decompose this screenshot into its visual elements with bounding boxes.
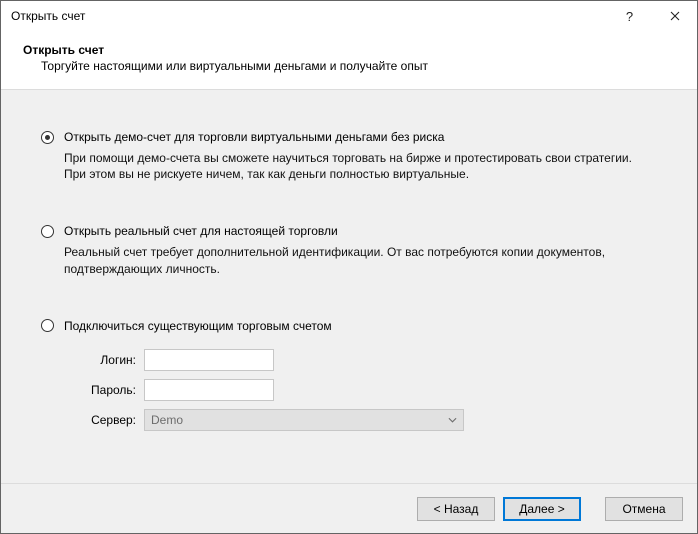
existing-form: Логин: Пароль: Сервер: Demo (64, 349, 657, 431)
content-area: Открыть демо-счет для торговли виртуальн… (1, 90, 697, 483)
row-login: Логин: (64, 349, 657, 371)
option-real-desc: Реальный счет требует дополнительной иде… (64, 244, 657, 276)
row-server: Сервер: Demo (64, 409, 657, 431)
server-select-value: Demo (151, 413, 183, 427)
help-button[interactable]: ? (607, 2, 652, 31)
option-demo-head[interactable]: Открыть демо-счет для торговли виртуальн… (41, 130, 657, 144)
next-button[interactable]: Далее > (503, 497, 581, 521)
back-button-label: < Назад (434, 502, 479, 516)
radio-real[interactable] (41, 225, 54, 238)
option-real: Открыть реальный счет для настоящей торг… (41, 224, 657, 276)
cancel-button[interactable]: Отмена (605, 497, 683, 521)
option-demo: Открыть демо-счет для торговли виртуальн… (41, 130, 657, 182)
radio-existing[interactable] (41, 319, 54, 332)
wizard-header: Открыть счет Торгуйте настоящими или вир… (1, 31, 697, 90)
option-real-head[interactable]: Открыть реальный счет для настоящей торг… (41, 224, 657, 238)
page-subtitle: Торгуйте настоящими или виртуальными ден… (41, 59, 675, 73)
option-existing: Подключиться существующим торговым счето… (41, 319, 657, 431)
login-label: Логин: (64, 353, 136, 367)
cancel-button-label: Отмена (622, 502, 665, 516)
server-select[interactable]: Demo (144, 409, 464, 431)
chevron-down-icon (448, 417, 457, 423)
next-button-label: Далее > (519, 502, 565, 516)
option-demo-label: Открыть демо-счет для торговли виртуальн… (64, 130, 444, 144)
option-demo-desc: При помощи демо-счета вы сможете научить… (64, 150, 657, 182)
help-icon: ? (626, 9, 633, 24)
close-icon (670, 9, 680, 24)
option-existing-head[interactable]: Подключиться существующим торговым счето… (41, 319, 657, 333)
title-bar: Открыть счет ? (1, 1, 697, 31)
row-password: Пароль: (64, 379, 657, 401)
option-existing-label: Подключиться существующим торговым счето… (64, 319, 332, 333)
page-title: Открыть счет (23, 43, 675, 57)
wizard-footer: < Назад Далее > Отмена (1, 483, 697, 533)
login-input[interactable] (144, 349, 274, 371)
close-button[interactable] (652, 2, 697, 31)
radio-demo[interactable] (41, 131, 54, 144)
password-label: Пароль: (64, 383, 136, 397)
option-real-label: Открыть реальный счет для настоящей торг… (64, 224, 338, 238)
password-input[interactable] (144, 379, 274, 401)
back-button[interactable]: < Назад (417, 497, 495, 521)
server-label: Сервер: (64, 413, 136, 427)
window-title: Открыть счет (11, 9, 607, 23)
